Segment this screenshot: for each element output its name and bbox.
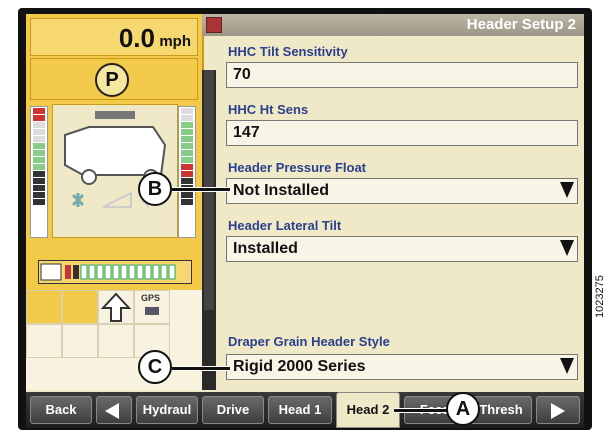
speed-unit: mph [159,33,191,50]
page-title: Header Setup 2 [466,16,576,33]
gps-button[interactable]: GPS [134,290,170,324]
back-button[interactable]: Back [30,396,92,424]
hhc-tilt-sensitivity-field[interactable]: 70 [226,62,578,88]
display-screen: 0.0 mph P GPS Header Setup 2 HHC Tilt Se… [26,14,584,428]
tank-level-icon [40,263,176,281]
right-level-bar [178,106,196,238]
header-pressure-float-label: Header Pressure Float [228,160,367,175]
tab-head-2[interactable]: Head 2 [336,392,400,428]
header-lateral-tilt-label: Header Lateral Tilt [228,218,342,233]
hhc-tilt-sensitivity-label: HHC Tilt Sensitivity [228,44,348,59]
header-lateral-tilt-dropdown[interactable]: Installed [226,236,578,262]
left-level-bar [30,106,48,238]
grain-tank-gauge [38,260,192,284]
callout-a-leader [394,408,450,413]
draper-grain-header-style-dropdown[interactable]: Rigid 2000 Series [226,354,578,380]
prev-button[interactable] [96,396,132,424]
callout-b-leader [172,187,230,192]
speed-value: 0.0 [118,23,155,53]
park-brake-row: P [30,58,198,100]
hhc-ht-sens-label: HHC Ht Sens [228,102,309,117]
draper-grain-header-style-label: Draper Grain Header Style [228,334,390,349]
title-bar: Header Setup 2 [202,14,584,36]
ground-speed-readout: 0.0 mph [30,18,198,56]
callout-a: A [446,392,480,426]
combine-status-graphic [52,104,178,238]
left-arrow-icon [105,403,119,419]
next-button[interactable] [536,396,580,424]
grid-cell [26,324,62,358]
shortcut-grid: GPS [26,290,202,390]
scrollbar[interactable] [202,70,216,390]
tab-head-1[interactable]: Head 1 [268,396,332,424]
gps-label: GPS [141,293,161,303]
callout-c-leader [172,366,230,371]
combine-icon [64,111,167,208]
book-icon [206,17,222,33]
grid-cell [62,290,98,324]
park-brake-icon: P [95,63,129,97]
callout-c: C [138,350,172,384]
callout-b: B [138,172,172,206]
grid-cell [26,290,62,324]
up-arrow-icon [100,292,132,322]
header-pressure-float-dropdown[interactable]: Not Installed [226,178,578,204]
grid-cell [98,324,134,358]
tab-hydraul[interactable]: Hydraul [136,396,198,424]
right-arrow-icon [551,403,565,419]
status-panel: 0.0 mph P [26,14,204,290]
figure-number: 1023275 [594,275,606,318]
up-arrow-button[interactable] [98,290,134,324]
tab-drive[interactable]: Drive [202,396,264,424]
grid-cell [62,324,98,358]
hhc-ht-sens-field[interactable]: 147 [226,120,578,146]
bottom-nav: Back Hydraul Drive Head 1 Head 2 Feed Th… [26,392,584,428]
